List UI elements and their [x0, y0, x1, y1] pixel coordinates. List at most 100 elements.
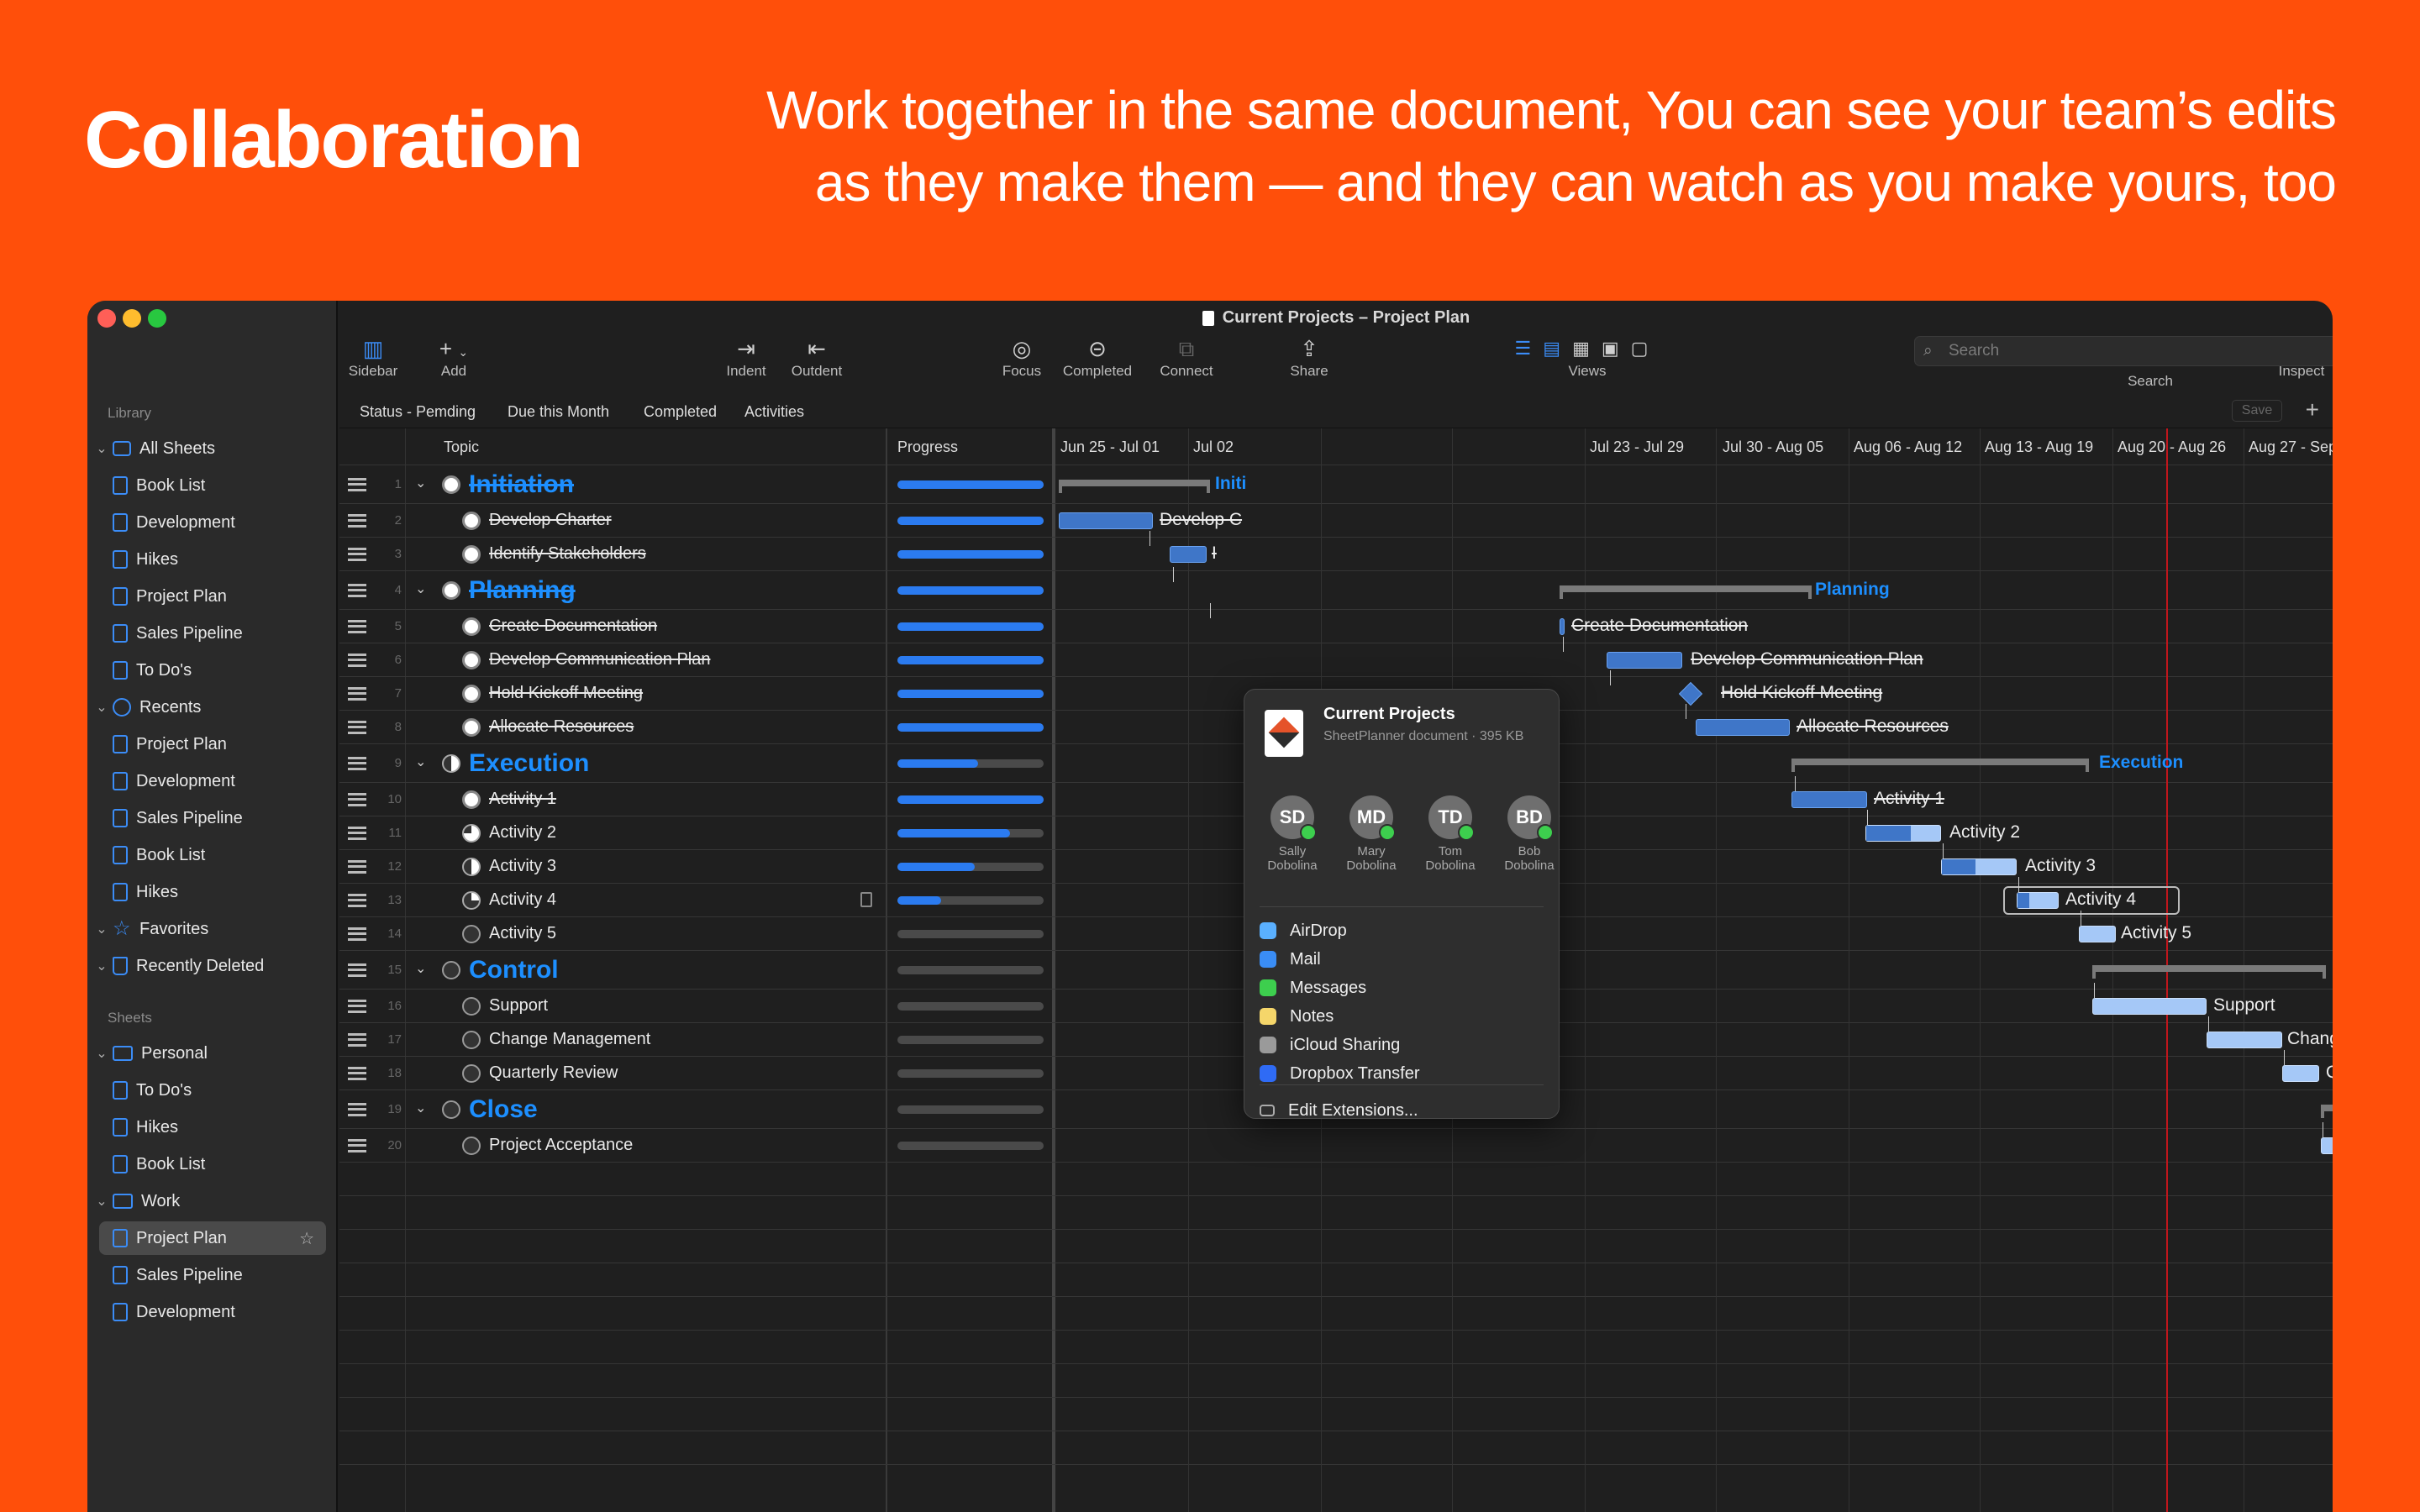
sidebar-item-hikes[interactable]: Hikes [113, 543, 351, 576]
sidebar-item-favorites[interactable]: ⌄ ☆ Favorites [91, 912, 329, 946]
topic-cell[interactable]: Support [489, 996, 548, 1016]
sidebar-item-all-sheets[interactable]: ⌄ All Sheets [91, 432, 329, 465]
status-circle-icon[interactable] [462, 617, 481, 636]
topic-cell[interactable]: Change Management [489, 1030, 650, 1049]
add-filter-icon[interactable]: + [2306, 396, 2319, 423]
summary-bar[interactable] [1560, 585, 1812, 599]
task-bar[interactable] [1560, 618, 1565, 635]
sidebar-item-work-development[interactable]: Development [113, 1295, 351, 1329]
status-circle-icon[interactable] [442, 754, 460, 773]
drag-handle-icon[interactable] [348, 1066, 366, 1080]
topic-cell[interactable]: Develop Communication Plan [489, 650, 710, 669]
sidebar-item-recents[interactable]: ⌄ Recents [91, 690, 329, 724]
sidebar-item-book-list[interactable]: Book List [113, 469, 351, 502]
collaborator-avatar[interactable]: TD Tom Dobolina [1416, 795, 1485, 873]
topic-cell[interactable]: Activity 1 [489, 790, 556, 809]
search-input[interactable]: ⌕ Search [1914, 336, 2333, 366]
task-bar[interactable] [1170, 546, 1207, 563]
chevron-down-icon[interactable]: ⌄ [415, 1100, 426, 1116]
topic-cell[interactable]: Identify Stakeholders [489, 544, 646, 564]
status-circle-icon[interactable] [462, 512, 481, 530]
share-option-notes[interactable]: Notes [1260, 1002, 1334, 1031]
drag-handle-icon[interactable] [348, 999, 366, 1013]
topic-cell[interactable]: Hold Kickoff Meeting [489, 684, 643, 703]
task-bar[interactable] [2092, 998, 2207, 1015]
topic-cell[interactable]: Activity 4 [489, 890, 556, 910]
sidebar-item-recent-hikes[interactable]: Hikes [113, 875, 351, 909]
status-circle-icon[interactable] [462, 718, 481, 737]
status-circle-icon[interactable] [462, 997, 481, 1016]
drag-handle-icon[interactable] [348, 477, 366, 491]
sidebar-item-personal[interactable]: ⌄ Personal [91, 1037, 329, 1070]
drag-handle-icon[interactable] [348, 583, 366, 597]
status-circle-icon[interactable] [442, 475, 460, 494]
sidebar-item-personal-hikes[interactable]: Hikes [113, 1110, 351, 1144]
topic-cell[interactable]: Activity 5 [489, 924, 556, 943]
sidebar-item-sales-pipeline[interactable]: Sales Pipeline [113, 617, 351, 650]
topic-cell[interactable]: Allocate Resources [489, 717, 634, 737]
drag-handle-icon[interactable] [348, 1032, 366, 1047]
board-view-icon[interactable]: ▦ [1572, 338, 1602, 359]
save-filter-button[interactable]: Save [2232, 400, 2282, 422]
chevron-down-icon[interactable]: ⌄ [91, 921, 113, 937]
task-bar[interactable] [1607, 652, 1682, 669]
drag-handle-icon[interactable] [348, 1138, 366, 1152]
sidebar-item-recent-development[interactable]: Development [113, 764, 351, 798]
favorite-star-icon[interactable]: ☆ [299, 1228, 314, 1249]
share-option-messages[interactable]: Messages [1260, 974, 1366, 1002]
zoom-window-button[interactable] [148, 309, 166, 328]
topic-cell[interactable]: Activity 2 [489, 823, 556, 843]
drag-handle-icon[interactable] [348, 513, 366, 528]
status-circle-icon[interactable] [462, 685, 481, 703]
edit-extensions-item[interactable]: Edit Extensions... [1260, 1096, 1418, 1125]
status-circle-icon[interactable] [462, 545, 481, 564]
status-circle-icon[interactable] [442, 961, 460, 979]
sidebar-item-recent-book-list[interactable]: Book List [113, 838, 351, 872]
drag-handle-icon[interactable] [348, 1102, 366, 1116]
filter-due-this-month[interactable]: Due this Month [508, 403, 609, 421]
indent-button[interactable]: ⇥ Indent [719, 334, 773, 380]
sidebar-item-project-plan[interactable]: Project Plan [113, 580, 351, 613]
task-bar[interactable] [2207, 1032, 2282, 1048]
task-bar[interactable] [1941, 858, 2017, 875]
add-button[interactable]: + ⌄ Add [427, 334, 481, 380]
focus-button[interactable]: ◎ Focus [995, 334, 1049, 380]
topic-cell[interactable]: Execution [469, 749, 589, 778]
sidebar-item-personal-book-list[interactable]: Book List [113, 1147, 351, 1181]
status-circle-icon[interactable] [462, 651, 481, 669]
topic-cell[interactable]: Close [469, 1095, 538, 1124]
chevron-down-icon[interactable]: ⌄ [91, 958, 113, 974]
drag-handle-icon[interactable] [348, 756, 366, 770]
task-bar[interactable] [1791, 791, 1867, 808]
topic-cell[interactable]: Planning [469, 576, 576, 605]
collaborator-avatar[interactable]: MD Mary Dobolina [1337, 795, 1406, 873]
drag-handle-icon[interactable] [348, 859, 366, 874]
drag-handle-icon[interactable] [348, 927, 366, 941]
topic-cell[interactable]: Control [469, 956, 559, 984]
share-option-icloud-sharing[interactable]: iCloud Sharing [1260, 1031, 1400, 1059]
status-circle-icon[interactable] [462, 1137, 481, 1155]
drag-handle-icon[interactable] [348, 686, 366, 701]
filter-status-pending[interactable]: Status - Pemding [360, 403, 476, 421]
task-bar[interactable] [2282, 1065, 2319, 1082]
status-circle-icon[interactable] [462, 891, 481, 910]
connect-button[interactable]: ⧉ Connect [1153, 334, 1220, 380]
status-circle-icon[interactable] [442, 1100, 460, 1119]
drag-handle-icon[interactable] [348, 963, 366, 977]
outline-view-icon[interactable]: ☰ [1515, 338, 1544, 359]
status-circle-icon[interactable] [462, 824, 481, 843]
share-option-mail[interactable]: Mail [1260, 945, 1321, 974]
chevron-down-icon[interactable]: ⌄ [415, 753, 426, 770]
share-button[interactable]: ⇪ Share [1276, 334, 1343, 380]
topic-cell[interactable]: Quarterly Review [489, 1063, 618, 1083]
chevron-down-icon[interactable]: ⌄ [91, 1193, 113, 1210]
status-circle-icon[interactable] [442, 581, 460, 600]
topic-cell[interactable]: Activity 3 [489, 857, 556, 876]
task-bar[interactable] [2321, 1137, 2333, 1154]
drag-handle-icon[interactable] [348, 547, 366, 561]
drag-handle-icon[interactable] [348, 720, 366, 734]
gantt-view-icon[interactable]: ▤ [1543, 338, 1572, 359]
milestone-diamond[interactable] [1678, 681, 1703, 706]
sidebar-item-recent-sales-pipeline[interactable]: Sales Pipeline [113, 801, 351, 835]
filter-completed[interactable]: Completed [644, 403, 717, 421]
